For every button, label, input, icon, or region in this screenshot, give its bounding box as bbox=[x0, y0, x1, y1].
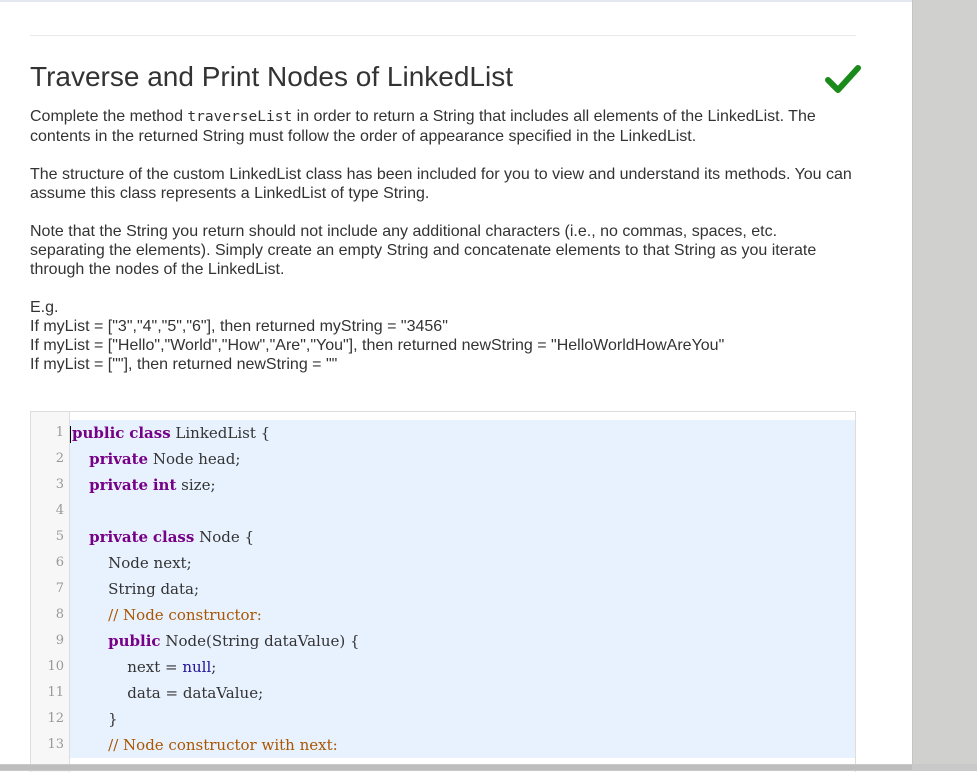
code-lines[interactable]: 1 public class LinkedList { 2 private Node… bbox=[47, 420, 855, 758]
code-text: private int size; bbox=[89, 476, 216, 494]
line-number: 11 bbox=[47, 685, 64, 700]
code-line[interactable]: 1 public class LinkedList { bbox=[56, 420, 855, 446]
code-text: public class LinkedList { bbox=[70, 424, 271, 443]
code-text: data = dataValue; bbox=[70, 684, 264, 702]
code-text: // Node constructor with next: bbox=[108, 736, 338, 754]
paragraph-text: Complete the method bbox=[30, 108, 188, 125]
line-number: 5 bbox=[55, 529, 64, 544]
code-line[interactable]: 8 // Node constructor: bbox=[56, 602, 855, 628]
code-text: private class Node { bbox=[89, 528, 255, 546]
example-line: If myList = [""], then returned newStrin… bbox=[30, 356, 338, 373]
divider bbox=[30, 35, 856, 36]
code-text: Node next; bbox=[70, 554, 192, 572]
code-text: public Node(String dataValue) { bbox=[108, 632, 360, 650]
code-text: next = null; bbox=[70, 658, 217, 676]
examples-block: E.g. If myList = ["3","4","5","6"], then… bbox=[30, 298, 856, 374]
code-line[interactable]: 9 public Node(String dataValue) { bbox=[56, 628, 855, 654]
line-number: 2 bbox=[55, 451, 64, 466]
method-name-code: traverseList bbox=[187, 109, 293, 125]
code-text: String data; bbox=[70, 580, 200, 598]
line-number: 12 bbox=[47, 711, 64, 726]
line-number: 8 bbox=[55, 607, 64, 622]
horizontal-scrollbar[interactable] bbox=[0, 764, 977, 771]
check-icon bbox=[825, 65, 861, 93]
description-paragraph-1: Complete the method traverseList in orde… bbox=[30, 107, 856, 146]
code-text: } bbox=[70, 710, 118, 728]
code-line[interactable]: 13 // Node constructor with next: bbox=[47, 732, 855, 758]
code-text: // Node constructor: bbox=[108, 606, 262, 624]
text-cursor bbox=[70, 425, 71, 443]
line-number: 7 bbox=[55, 581, 64, 596]
code-line[interactable]: 10 next = null; bbox=[47, 654, 855, 680]
line-number: 6 bbox=[55, 555, 64, 570]
code-text: private Node head; bbox=[89, 450, 241, 468]
code-editor[interactable]: 1 public class LinkedList { 2 private Node… bbox=[30, 411, 856, 772]
code-line[interactable]: 2 private Node head; bbox=[56, 446, 855, 472]
code-line[interactable]: 3 private int size; bbox=[56, 472, 855, 498]
top-strip bbox=[0, 0, 977, 2]
line-number: 4 bbox=[55, 503, 64, 518]
line-number: 13 bbox=[47, 737, 64, 752]
code-line[interactable]: 12 } bbox=[47, 706, 855, 732]
code-line[interactable]: 7 String data; bbox=[56, 576, 855, 602]
description-paragraph-2: The structure of the custom LinkedList c… bbox=[30, 166, 852, 202]
example-line: If myList = ["Hello","World","How","Are"… bbox=[30, 337, 725, 354]
problem-title: Traverse and Print Nodes of LinkedList bbox=[30, 61, 513, 92]
code-line[interactable]: 11 data = dataValue; bbox=[47, 680, 855, 706]
code-line[interactable]: 6 Node next; bbox=[56, 550, 855, 576]
code-line[interactable]: 5 private class Node { bbox=[56, 524, 855, 550]
problem-description: Complete the method traverseList in orde… bbox=[30, 107, 856, 374]
example-line: If myList = ["3","4","5","6"], then retu… bbox=[30, 318, 448, 335]
line-number: 10 bbox=[47, 659, 64, 674]
line-number: 9 bbox=[55, 633, 64, 648]
description-paragraph-3: Note that the String you return should n… bbox=[30, 223, 817, 278]
code-line[interactable]: 4 bbox=[56, 498, 855, 524]
line-number: 3 bbox=[55, 477, 64, 492]
examples-heading: E.g. bbox=[30, 299, 59, 316]
scrollbar-thumb[interactable] bbox=[0, 765, 912, 770]
line-number: 1 bbox=[55, 425, 64, 440]
side-panel bbox=[912, 0, 977, 771]
